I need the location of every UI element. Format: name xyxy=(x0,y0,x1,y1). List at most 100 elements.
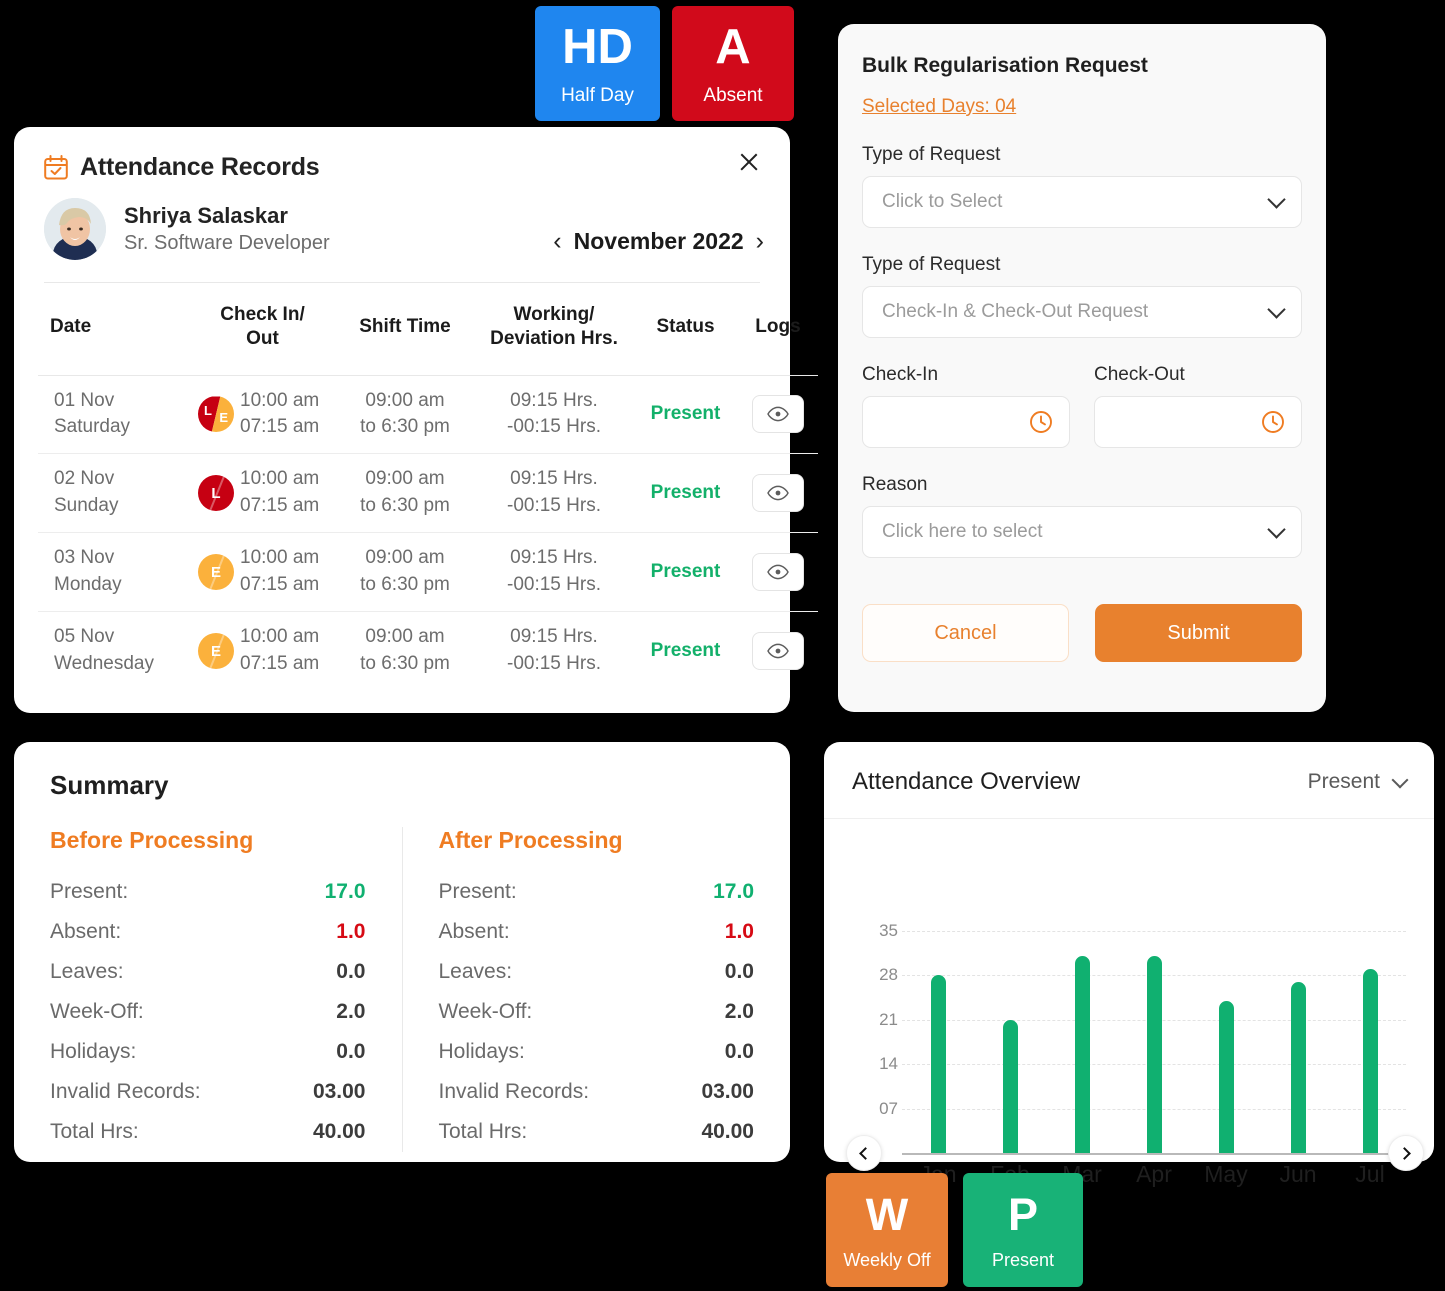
chart-bar-slot xyxy=(1118,931,1190,1153)
cell-shift-time: 09:00 am to 6:30 pm xyxy=(335,611,475,691)
summary-row: Leaves: 0.0 xyxy=(439,952,755,992)
chart-header: Attendance Overview Present xyxy=(824,742,1434,819)
cell-status: Present xyxy=(633,374,738,454)
chart-bar-slot xyxy=(1262,931,1334,1153)
chart-bar[interactable] xyxy=(930,975,946,1153)
column-header-status: Status xyxy=(656,315,715,337)
summary-card: Summary Before Processing Present: 17.0 Ab… xyxy=(14,742,790,1162)
chart-y-tick-label: 14 xyxy=(879,1054,898,1074)
view-logs-button[interactable] xyxy=(752,553,804,592)
column-header-working-deviation: Working/Deviation Hrs. xyxy=(490,304,618,349)
view-logs-button[interactable] xyxy=(752,632,804,671)
clock-icon xyxy=(1029,410,1053,439)
chart-next-button[interactable] xyxy=(1388,1135,1424,1171)
close-icon[interactable] xyxy=(736,149,762,175)
legend-tile-code: P xyxy=(1007,1188,1038,1240)
check-in-label: Check-In xyxy=(862,364,939,385)
chart-x-axis-line xyxy=(902,1153,1406,1155)
summary-row: Week-Off: 2.0 xyxy=(439,992,755,1032)
attendance-overview-card: Attendance Overview Present 07 14 21 28 35 J… xyxy=(824,742,1434,1187)
summary-row-value: 1.0 xyxy=(336,920,366,943)
chart-bar-slot xyxy=(1190,931,1262,1153)
bulk-regularisation-card: Bulk Regularisation Request Selected Day… xyxy=(838,24,1326,712)
column-header-date: Date xyxy=(50,315,92,337)
table-row: 02 Nov Sunday L 10:00 am 07:15 am 09:00 am to … xyxy=(38,453,818,533)
summary-row: Total Hrs: 40.00 xyxy=(439,1112,755,1152)
chart-prev-button[interactable] xyxy=(846,1135,882,1171)
submit-button[interactable]: Submit xyxy=(1095,604,1302,662)
summary-row: Leaves: 0.0 xyxy=(50,952,366,992)
chart-bar[interactable] xyxy=(1074,956,1090,1153)
clock-icon xyxy=(1261,410,1285,439)
chart-bar[interactable] xyxy=(1002,1019,1018,1153)
cell-check-in-out: E 10:00 am 07:15 am xyxy=(190,532,335,612)
type-of-request-select-2[interactable]: Check-In & Check-Out Request xyxy=(862,286,1302,338)
summary-row-value: 03.00 xyxy=(701,1080,754,1103)
eye-icon xyxy=(767,564,789,580)
employee-summary: Shriya Salaskar Sr. Software Developer ‹… xyxy=(14,182,790,260)
check-out-input[interactable] xyxy=(1094,396,1302,448)
eye-icon xyxy=(767,407,789,422)
table-row: 05 Nov Wednesday E 10:00 am 07:15 am 09:00 am… xyxy=(38,611,818,691)
bulk-request-title: Bulk Regularisation Request xyxy=(862,54,1148,77)
eye-icon xyxy=(767,486,789,501)
chart-bar[interactable] xyxy=(1290,981,1306,1153)
cell-logs xyxy=(738,374,818,454)
cell-working-deviation: 09:15 Hrs. -00:15 Hrs. xyxy=(475,374,633,454)
cell-check-in-out: L E 10:00 am 07:15 am xyxy=(190,374,335,454)
summary-row-label: Invalid Records: xyxy=(50,1080,201,1103)
summary-row-value: 17.0 xyxy=(713,880,754,903)
reason-select[interactable]: Click here to select xyxy=(862,506,1302,558)
page-title: Attendance Records xyxy=(80,153,320,181)
summary-row-value: 03.00 xyxy=(312,1080,366,1103)
column-header-check-in-out: Check In/Out xyxy=(220,304,305,349)
early-badge: E xyxy=(198,554,234,591)
summary-row: Present: 17.0 xyxy=(50,872,366,912)
late-badge: L xyxy=(198,475,234,512)
cancel-button[interactable]: Cancel xyxy=(862,604,1069,662)
month-navigator: ‹ November 2022 › xyxy=(553,228,764,255)
next-month-button[interactable]: › xyxy=(756,229,764,254)
legend-tile-label: Absent xyxy=(703,84,763,106)
bulk-actions: Cancel Submit xyxy=(862,604,1302,662)
view-logs-button[interactable] xyxy=(752,474,804,513)
summary-row-label: Leaves: xyxy=(50,960,124,983)
chart-bar[interactable] xyxy=(1146,956,1162,1153)
summary-row-label: Total Hrs: xyxy=(50,1120,139,1143)
prev-month-button[interactable]: ‹ xyxy=(553,229,561,254)
summary-row-label: Absent: xyxy=(438,920,510,943)
chart-y-tick-label: 28 xyxy=(879,965,898,985)
cell-check-in-out: E 10:00 am 07:15 am xyxy=(190,611,335,691)
legend-tile-label: Weekly Off xyxy=(843,1249,931,1270)
type-of-request-value-2: Check-In & Check-Out Request xyxy=(882,301,1149,322)
view-logs-button[interactable] xyxy=(752,395,804,434)
summary-before-heading: Before Processing xyxy=(50,827,254,853)
type-of-request-select-1[interactable]: Click to Select xyxy=(862,176,1302,228)
cell-shift-time: 09:00 am to 6:30 pm xyxy=(335,374,475,454)
chart-filter-select[interactable]: Present xyxy=(1308,770,1409,794)
avatar xyxy=(44,198,106,260)
chart-title: Attendance Overview xyxy=(852,768,1081,795)
chevron-down-icon xyxy=(1267,190,1286,209)
column-header-logs: Logs xyxy=(755,315,801,337)
cell-date: 05 Nov Wednesday xyxy=(38,611,190,691)
legend-tile-code: W xyxy=(865,1188,909,1240)
chart-bar-slot xyxy=(902,931,974,1153)
summary-row-label: Invalid Records: xyxy=(438,1080,590,1103)
summary-row-label: Present: xyxy=(50,880,129,903)
chevron-right-icon xyxy=(1398,1146,1411,1160)
summary-row-label: Present: xyxy=(438,880,517,903)
summary-row: Holidays: 0.0 xyxy=(50,1032,366,1072)
summary-row-label: Holidays: xyxy=(50,1040,137,1063)
current-month-label: November 2022 xyxy=(573,228,744,254)
summary-row: Absent: 1.0 xyxy=(50,912,366,952)
summary-row-label: Week-Off: xyxy=(50,1000,144,1023)
chart-bar[interactable] xyxy=(1362,969,1378,1153)
attendance-records-card: Attendance Records Shriya Salaskar Sr. S… xyxy=(14,127,818,713)
chart-plot-area: 0714212835 JanFebMarAprMayJunJul xyxy=(824,819,1434,1187)
selected-days-link[interactable]: Selected Days: 04 xyxy=(862,96,1016,118)
attendance-records-header: Attendance Records xyxy=(14,127,790,182)
check-in-input[interactable] xyxy=(862,396,1070,448)
cell-logs xyxy=(738,532,818,612)
chart-bar[interactable] xyxy=(1218,1000,1234,1153)
